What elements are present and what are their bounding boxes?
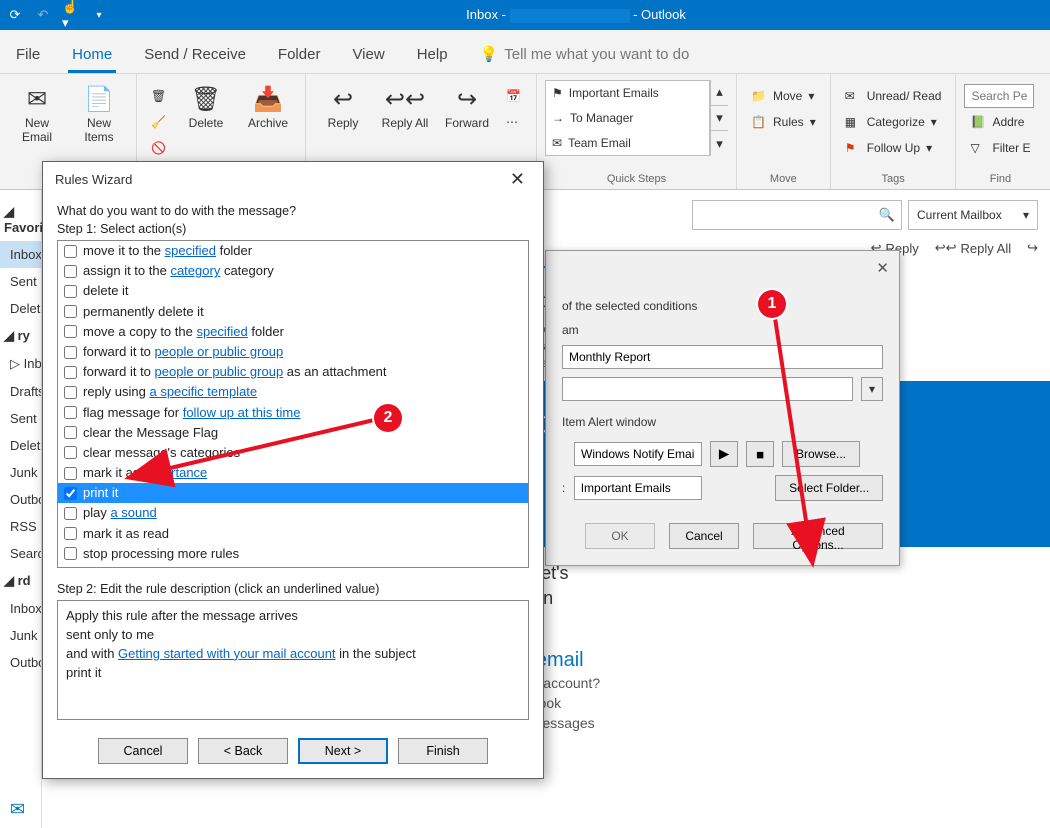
annotation-arrows [0, 0, 1050, 828]
annotation-badge-1: 1 [758, 290, 786, 318]
annotation-badge-2: 2 [374, 404, 402, 432]
